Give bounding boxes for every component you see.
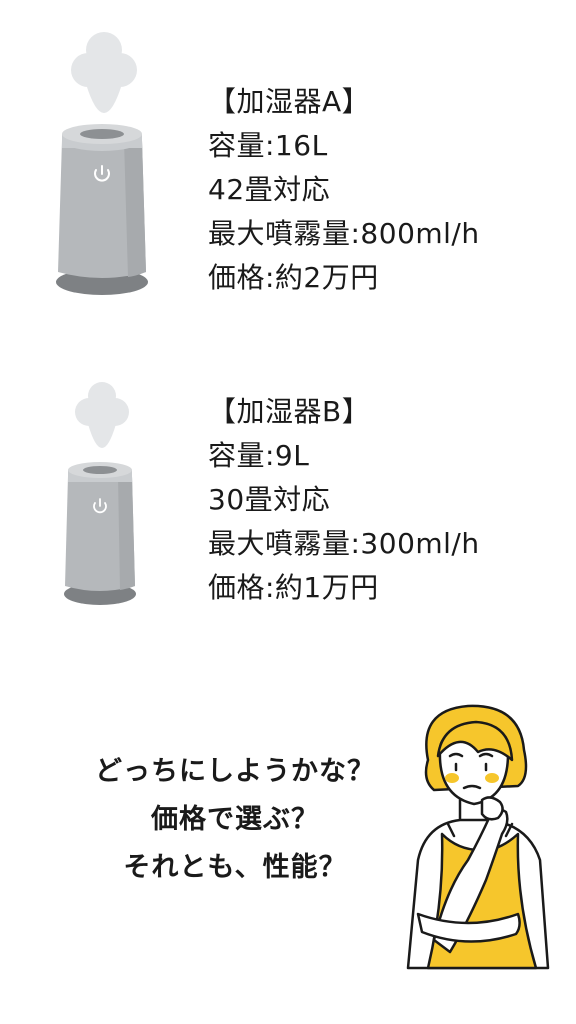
room-size-text: 42畳対応 bbox=[208, 173, 331, 206]
steam-icon bbox=[75, 382, 129, 448]
max-mist-text: 最大噴霧量:800ml/h bbox=[208, 217, 480, 250]
humidifier-a-illustration bbox=[54, 22, 164, 302]
question-line-1: どっちにしようかな？ bbox=[95, 756, 375, 787]
humidifier-b-illustration bbox=[62, 376, 152, 616]
thinking-woman-illustration bbox=[398, 700, 558, 974]
price-text: 価格:約1万円 bbox=[208, 571, 379, 604]
question-block: どっちにしようかな？ 価格で選ぶ？ それとも、性能？ bbox=[50, 748, 420, 892]
max-mist-text: 最大噴霧量:300ml/h bbox=[208, 527, 480, 560]
price-text: 価格:約2万円 bbox=[208, 261, 379, 294]
spec-block-b: 【加湿器B】 容量:9L 30畳対応 最大噴霧量:300ml/h 価格:約1万円 bbox=[208, 390, 480, 610]
capacity-text: 容量:16L bbox=[208, 129, 328, 162]
room-size-text: 30畳対応 bbox=[208, 483, 331, 516]
question-line-2: 価格で選ぶ？ bbox=[151, 804, 319, 835]
humidifier-icon bbox=[65, 462, 135, 591]
humidifier-icon bbox=[58, 124, 146, 278]
spec-block-a: 【加湿器A】 容量:16L 42畳対応 最大噴霧量:800ml/h 価格:約2万… bbox=[208, 80, 480, 300]
steam-icon bbox=[71, 32, 137, 113]
question-line-3: それとも、性能？ bbox=[123, 852, 347, 883]
capacity-text: 容量:9L bbox=[208, 439, 310, 472]
product-name: 【加湿器B】 bbox=[208, 395, 371, 428]
product-name: 【加湿器A】 bbox=[208, 85, 371, 118]
